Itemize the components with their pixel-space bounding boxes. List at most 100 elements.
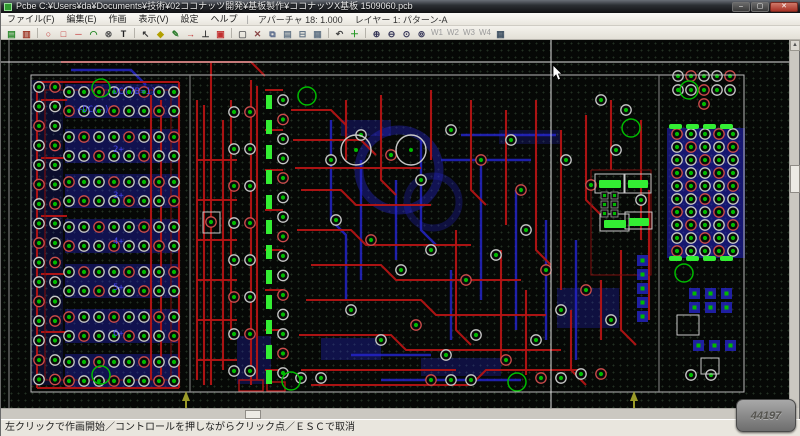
pcb-pad-hole xyxy=(731,132,735,136)
pcb-smd-pad xyxy=(604,220,626,228)
pcb-pad-hole xyxy=(142,135,146,139)
pcb-pad-hole xyxy=(112,225,116,229)
pcb-pad-hole xyxy=(419,178,423,182)
pcb-green-dash xyxy=(720,124,733,129)
pcb-pad-hole xyxy=(702,88,706,92)
arc-tool-icon[interactable]: ◠ xyxy=(87,27,100,39)
zoom-fit-icon[interactable]: ⊚ xyxy=(415,27,428,39)
pcb-pad-hole xyxy=(703,158,707,162)
new-file-icon[interactable]: ▤ xyxy=(5,27,18,39)
pcb-square-pad-hole xyxy=(697,344,701,348)
fill-tool-icon[interactable]: ▣ xyxy=(214,27,227,39)
pcb-pad-hole xyxy=(429,248,433,252)
zoom-out-icon[interactable]: ⊖ xyxy=(385,27,398,39)
rect-tool-icon[interactable]: □ xyxy=(57,27,70,39)
horizontal-scrollbar[interactable] xyxy=(1,408,791,419)
toolbar-label-w2: W2 xyxy=(447,28,459,37)
pcb-pad-hole xyxy=(675,223,679,227)
duplicate-icon[interactable]: ⊟ xyxy=(296,27,309,39)
pad-tool-icon[interactable]: ⊗ xyxy=(102,27,115,39)
pcb-pad-hole xyxy=(534,338,538,342)
pcb-pad-hole xyxy=(157,225,161,229)
menu-draw[interactable]: 作画 xyxy=(103,13,133,26)
pcb-pad-hole xyxy=(172,199,176,203)
layer-panel-icon[interactable]: ▦ xyxy=(494,27,507,39)
redraw-icon[interactable]: ↶ xyxy=(333,27,346,39)
vertical-scrollbar[interactable]: ▲ xyxy=(789,40,799,408)
pcb-canvas[interactable]: DC(7B=1)+DC(-)2+3+4+5+6+ xyxy=(1,40,791,408)
copy-icon[interactable]: ⧉ xyxy=(266,27,279,39)
pcb-pad-hole xyxy=(689,236,693,240)
pcb-pad-hole xyxy=(67,270,71,274)
maximize-button[interactable]: ▢ xyxy=(751,2,769,12)
pcb-pad-hole xyxy=(232,258,236,262)
pcb-square-pad-hole xyxy=(725,306,729,310)
pcb-pad-hole xyxy=(703,249,707,253)
pcb-pad-hole xyxy=(232,295,236,299)
properties-icon[interactable]: ▦ xyxy=(311,27,324,39)
pcb-pad-hole xyxy=(67,289,71,293)
pcb-pad-hole xyxy=(157,109,161,113)
pcb-pad-hole xyxy=(209,220,213,224)
line-tool-icon[interactable]: ─ xyxy=(72,27,85,39)
pcb-pad-hole xyxy=(127,225,131,229)
pcb-pad-hole xyxy=(728,88,732,92)
pcb-pad-hole xyxy=(689,132,693,136)
pcb-pad-hole xyxy=(731,210,735,214)
menu-edit[interactable]: 編集(E) xyxy=(61,13,103,26)
zoom-area-icon[interactable]: ⊙ xyxy=(400,27,413,39)
mouse-cursor xyxy=(553,65,562,80)
save-icon[interactable]: ▥ xyxy=(20,27,33,39)
pcb-green-dash xyxy=(669,124,682,129)
pcb-pad-hole xyxy=(334,218,338,222)
title-bar: Pcbe C:¥Users¥da¥Documents¥技術¥02ココナッツ開発¥… xyxy=(1,0,800,13)
cut-icon[interactable]: ✕ xyxy=(251,27,264,39)
menu-settings[interactable]: 設定 xyxy=(175,13,205,26)
pcb-pad-hole xyxy=(112,315,116,319)
pcb-pad-hole xyxy=(53,280,57,284)
app-window: Pcbe C:¥Users¥da¥Documents¥技術¥02ココナッツ開発¥… xyxy=(0,0,800,436)
vertical-scroll-thumb[interactable] xyxy=(790,165,800,193)
pcb-smd-pad xyxy=(628,180,648,188)
pcb-pad-hole xyxy=(232,147,236,151)
pcb-pad-hole xyxy=(53,104,57,108)
minimize-button[interactable]: – xyxy=(732,2,750,12)
pcb-pad-hole xyxy=(703,197,707,201)
pcb-pad-hole xyxy=(559,376,563,380)
pcb-pad-hole xyxy=(82,360,86,364)
pcb-blue-trace xyxy=(331,120,346,300)
menu-help[interactable]: ヘルプ xyxy=(205,13,244,26)
pcb-silkscreen-text: 6+ xyxy=(113,329,124,339)
aperture-status: アパーチャ 18: 1.000 xyxy=(252,13,349,26)
pcb-pad-hole xyxy=(112,180,116,184)
pcb-pad-hole xyxy=(399,268,403,272)
menu-view[interactable]: 表示(V) xyxy=(133,13,175,26)
menu-file[interactable]: ファイル(F) xyxy=(1,13,61,26)
pcb-silkscreen-text: 4+ xyxy=(113,237,124,247)
pcb-pad-hole xyxy=(675,132,679,136)
paste-icon[interactable]: ▤ xyxy=(281,27,294,39)
origin-icon[interactable]: ＋ xyxy=(348,27,361,39)
pcb-pad-hole xyxy=(703,223,707,227)
zoom-in-icon[interactable]: ⊕ xyxy=(370,27,383,39)
horizontal-scroll-thumb[interactable] xyxy=(245,410,261,419)
via-tool-icon[interactable]: ⊥ xyxy=(199,27,212,39)
overlay-button[interactable]: 44197 xyxy=(736,399,796,432)
pcb-pad-hole xyxy=(37,143,41,147)
pcb-pad-hole xyxy=(157,360,161,364)
select-tool-icon[interactable]: ↖ xyxy=(139,27,152,39)
scroll-up-button[interactable]: ▲ xyxy=(790,40,800,51)
pcb-pad-hole xyxy=(599,372,603,376)
pcb-green-dash xyxy=(686,124,699,129)
circle-tool-icon[interactable]: ○ xyxy=(42,27,55,39)
pcb-blue-fill xyxy=(237,336,271,384)
close-button[interactable]: ✕ xyxy=(770,2,798,12)
move-tool-icon[interactable]: → xyxy=(184,27,197,39)
pcb-pad-hole xyxy=(127,180,131,184)
pcb-pad-hole xyxy=(731,223,735,227)
text-tool-icon[interactable]: T xyxy=(117,27,130,39)
diamond-tool-icon[interactable]: ◆ xyxy=(154,27,167,39)
area-select-icon[interactable]: ▢ xyxy=(236,27,249,39)
pcb-pad-hole xyxy=(281,254,285,258)
edit-tool-icon[interactable]: ✎ xyxy=(169,27,182,39)
